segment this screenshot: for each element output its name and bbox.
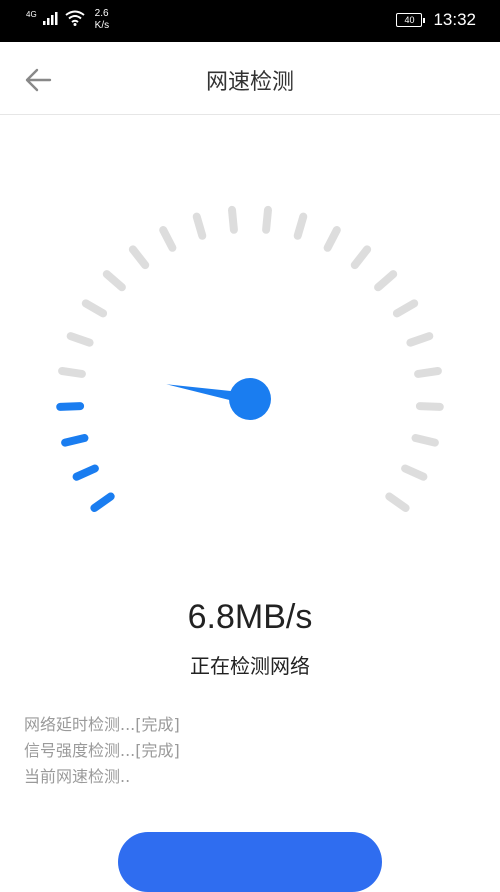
speed-gauge xyxy=(0,114,500,584)
network-speed-value: 2.6 xyxy=(94,8,109,19)
clock: 13:32 xyxy=(433,10,476,29)
gauge-tick xyxy=(90,492,115,512)
gauge-tick xyxy=(228,205,238,234)
wifi-icon xyxy=(65,10,85,31)
log-line: 网络延时检测...[完成] xyxy=(24,715,180,734)
gauge-tick xyxy=(406,332,434,347)
status-left: 4G 2.6 K/s xyxy=(26,8,109,32)
gauge-tick xyxy=(392,299,419,318)
detection-status: 正在检测网络 xyxy=(190,654,310,678)
gauge-tick xyxy=(66,332,94,347)
status-right: 40 13:32 xyxy=(396,10,476,30)
network-speed-unit: K/s xyxy=(94,20,110,31)
gauge-tick xyxy=(414,367,442,378)
log-line: 当前网速检测.. xyxy=(24,767,131,786)
battery-level: 40 xyxy=(396,13,423,27)
gauge-hub xyxy=(229,378,271,420)
page-title: 网速检测 xyxy=(205,70,294,95)
gauge-tick xyxy=(56,402,85,411)
gauge-tick xyxy=(415,402,444,411)
network-speed: 2.6 K/s xyxy=(95,8,109,32)
gauge-tick xyxy=(58,367,86,378)
gauge-tick xyxy=(401,464,428,481)
gauge-tick xyxy=(262,205,272,234)
gauge-tick xyxy=(72,464,99,481)
gauge-tick xyxy=(323,226,341,252)
gauge-tick xyxy=(350,245,372,270)
gauge-tick xyxy=(385,492,410,512)
network-type: 4G xyxy=(26,9,37,19)
log-line: 信号强度检测...[完成] xyxy=(24,741,180,760)
app-header: 网速检测 xyxy=(0,42,500,115)
gauge-tick xyxy=(159,226,177,252)
gauge-tick xyxy=(81,299,108,318)
speed-value: 6.8MB/s xyxy=(187,598,313,636)
gauge-svg xyxy=(56,205,444,512)
gauge-tick xyxy=(293,212,308,240)
gauge-tick xyxy=(102,270,126,292)
detection-log: 网络延时检测...[完成] 信号强度检测...[完成] 当前网速检测.. xyxy=(24,712,180,790)
gauge-tick xyxy=(128,245,150,270)
battery-icon: 40 xyxy=(396,13,426,27)
primary-action-button[interactable] xyxy=(118,832,382,892)
status-bar: 4G 2.6 K/s 40 13:32 xyxy=(0,0,500,42)
gauge-tick xyxy=(61,434,89,447)
gauge-tick xyxy=(374,270,398,292)
signal-icon xyxy=(42,11,59,30)
gauge-tick xyxy=(411,434,439,447)
gauge-tick xyxy=(192,212,207,240)
